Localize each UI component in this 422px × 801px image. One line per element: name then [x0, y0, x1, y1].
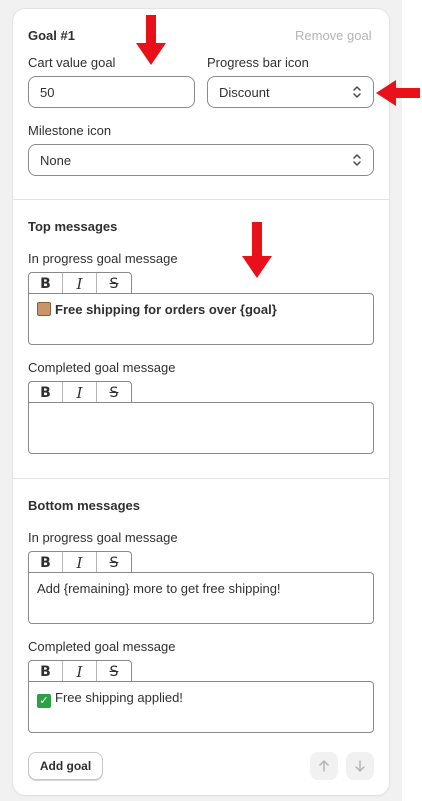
italic-button[interactable]: I [63, 552, 97, 573]
section-divider [13, 478, 389, 479]
bold-button[interactable]: B [29, 661, 63, 682]
italic-button[interactable]: I [63, 382, 97, 403]
strikethrough-button[interactable]: S [97, 273, 131, 294]
strikethrough-button[interactable]: S [97, 661, 131, 682]
add-goal-button[interactable]: Add goal [28, 752, 103, 780]
bold-button[interactable]: B [29, 382, 63, 403]
move-down-button[interactable] [346, 752, 374, 780]
page-background-right [402, 0, 422, 801]
text-format-toolbar: B I S [28, 381, 132, 403]
cart-value-input[interactable]: 50 [28, 76, 195, 108]
goal-title: Goal #1 [28, 28, 75, 43]
text-format-toolbar: B I S [28, 272, 132, 294]
bottom-in-progress-label: In progress goal message [28, 530, 178, 545]
top-in-progress-editor[interactable]: Free shipping for orders over {goal} [28, 293, 374, 345]
progress-icon-value: Discount [219, 84, 270, 100]
cart-value-label: Cart value goal [28, 55, 116, 70]
top-completed-editor[interactable] [28, 402, 374, 454]
italic-button[interactable]: I [63, 661, 97, 682]
strikethrough-button[interactable]: S [97, 552, 131, 573]
select-chevron-icon [353, 154, 361, 166]
text-format-toolbar: B I S [28, 551, 132, 573]
top-messages-heading: Top messages [28, 219, 118, 234]
bottom-in-progress-editor[interactable]: Add {remaining} more to get free shippin… [28, 572, 374, 624]
milestone-icon-select[interactable]: None [28, 144, 374, 176]
arrow-down-icon [355, 760, 365, 772]
remove-goal-link[interactable]: Remove goal [295, 28, 372, 44]
bold-button[interactable]: B [29, 273, 63, 294]
bottom-completed-editor[interactable]: ✓ Free shipping applied! [28, 681, 374, 733]
bottom-messages-heading: Bottom messages [28, 498, 140, 513]
text-format-toolbar: B I S [28, 660, 132, 682]
goal-card: Goal #1 Remove goal Cart value goal 50 P… [13, 9, 389, 795]
move-up-button[interactable] [310, 752, 338, 780]
check-mark-icon: ✓ [37, 694, 51, 708]
milestone-icon-value: None [40, 152, 72, 168]
select-chevron-icon [353, 86, 361, 98]
annotation-arrow-down-icon [136, 15, 166, 65]
annotation-arrow-down-icon [242, 222, 272, 278]
progress-icon-label: Progress bar icon [207, 55, 309, 70]
bottom-completed-text: Free shipping applied! [55, 690, 183, 705]
top-in-progress-label: In progress goal message [28, 251, 178, 266]
top-in-progress-text: Free shipping for orders over {goal} [55, 302, 277, 317]
section-divider [13, 199, 389, 200]
arrow-up-icon [319, 760, 329, 772]
top-completed-label: Completed goal message [28, 360, 176, 375]
annotation-arrow-left-icon [376, 80, 420, 106]
bottom-in-progress-text: Add {remaining} more to get free shippin… [37, 581, 281, 596]
progress-icon-select[interactable]: Discount [207, 76, 374, 108]
bottom-completed-label: Completed goal message [28, 639, 176, 654]
italic-button[interactable]: I [63, 273, 97, 294]
bold-button[interactable]: B [29, 552, 63, 573]
package-icon [37, 302, 51, 316]
cart-value-text: 50 [40, 84, 55, 100]
strikethrough-button[interactable]: S [97, 382, 131, 403]
milestone-icon-label: Milestone icon [28, 123, 112, 138]
